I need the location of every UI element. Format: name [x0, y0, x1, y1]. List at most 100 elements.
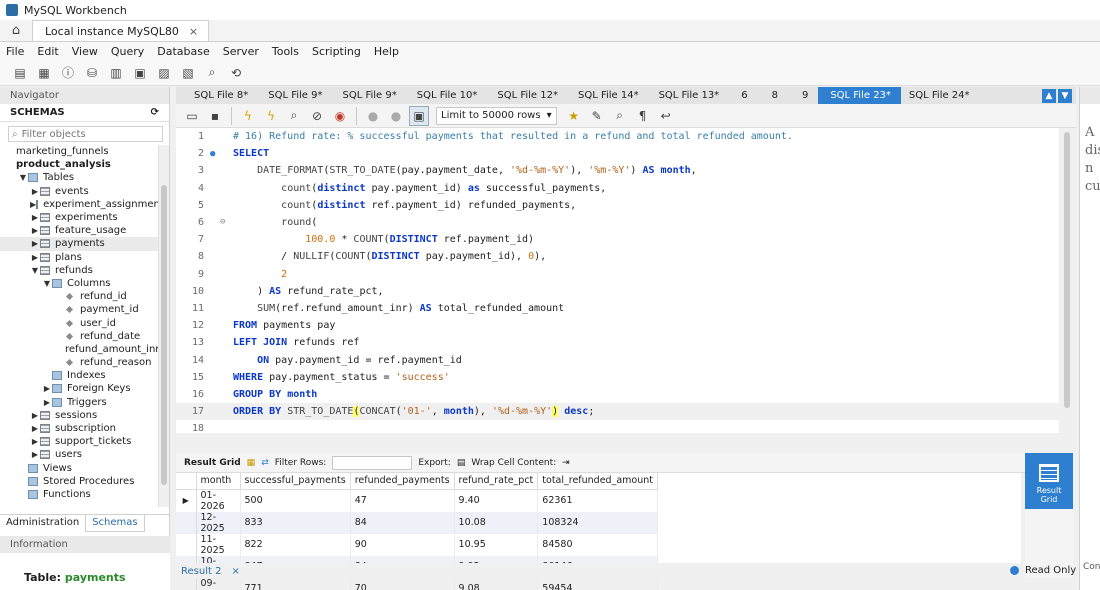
open-file-icon[interactable]: ▭	[182, 106, 202, 126]
commit-icon[interactable]: ●	[363, 106, 383, 126]
tree-item-experiments[interactable]: ▶ experiments	[0, 211, 158, 224]
rollback-icon[interactable]: ●	[386, 106, 406, 126]
table-cell[interactable]: 9.08	[454, 577, 539, 590]
menu-scripting[interactable]: Scripting	[312, 45, 361, 58]
table-cell[interactable]: 771	[240, 577, 351, 590]
table-cell[interactable]: 11-2025	[196, 533, 241, 556]
column-header[interactable]: successful_payments	[240, 473, 351, 490]
expand-right-icon[interactable]: ▶	[30, 424, 40, 433]
tree-item-tables[interactable]: ▼ Tables	[0, 171, 158, 184]
expand-right-icon[interactable]: ▶	[30, 450, 40, 459]
sql-tab[interactable]: 9	[788, 87, 818, 104]
expand-right-icon[interactable]: ▶	[30, 411, 40, 420]
tree-item-payments[interactable]: ▶ payments	[0, 237, 158, 251]
column-header[interactable]: month	[196, 473, 241, 490]
tree-item-refunds[interactable]: ▼ refunds	[0, 264, 158, 277]
code-line[interactable]: 11 SUM(ref.refund_amount_inr) AS total_r…	[176, 300, 1059, 317]
create-table-icon[interactable]: ▥	[106, 63, 126, 83]
refresh-icon[interactable]: ⇄	[261, 458, 269, 468]
open-sql-file-icon[interactable]: ▦	[34, 63, 54, 83]
tree-item-refund-reason[interactable]: refund_reason	[0, 356, 158, 369]
close-icon[interactable]: ×	[189, 25, 198, 38]
tree-item-stored-procedures[interactable]: Stored Procedures	[0, 475, 158, 488]
table-cell[interactable]: 70	[350, 577, 455, 590]
table-cell[interactable]: 10.95	[454, 533, 539, 556]
execute-icon[interactable]: ϟ	[238, 106, 258, 126]
expand-right-icon[interactable]: ▶	[30, 187, 40, 196]
expand-right-icon[interactable]: ▶	[42, 384, 52, 393]
table-row[interactable]: ▶ 01-2026 500 47 9.40 62361	[176, 489, 658, 512]
table-row[interactable]: 09-2025771709.0859454	[176, 577, 658, 590]
table-cell[interactable]: 500	[240, 489, 351, 512]
filter-rows-input[interactable]	[332, 455, 413, 470]
code-line[interactable]: 2 ● SELECT	[176, 145, 1059, 162]
result-tab[interactable]: Result 2 ×	[181, 566, 240, 577]
menu-query[interactable]: Query	[111, 45, 144, 58]
tree-item-refund-amount-inr[interactable]: refund_amount_inr	[0, 343, 158, 356]
create-schema-icon[interactable]: ⛁	[82, 63, 102, 83]
search-table-data-icon[interactable]: ⌕	[202, 63, 222, 83]
tree-item-payment-id[interactable]: payment_id	[0, 303, 158, 316]
tree-item-users[interactable]: ▶ users	[0, 448, 158, 461]
sql-tab[interactable]: SQL File 10*	[407, 87, 488, 104]
code-line[interactable]: 12 FROM payments pay	[176, 317, 1059, 334]
reconnect-icon[interactable]: ⟲	[226, 63, 246, 83]
create-procedure-icon[interactable]: ▨	[154, 63, 174, 83]
navigator-scrollbar[interactable]	[158, 145, 169, 507]
bookmark-icon[interactable]: ★	[564, 106, 584, 126]
table-cell[interactable]: 12-2025	[196, 511, 241, 534]
expand-right-icon[interactable]: ▶	[30, 226, 40, 235]
scroll-tabs-left-icon[interactable]: ▲	[1042, 88, 1056, 103]
table-cell[interactable]: 10.08	[454, 511, 539, 534]
sql-tab[interactable]: SQL File 13*	[649, 87, 730, 104]
sql-tab[interactable]: 6	[729, 87, 757, 104]
connection-tab[interactable]: Local instance MySQL80 ×	[32, 20, 210, 41]
find-icon[interactable]: ⌕	[610, 106, 630, 126]
expand-down-icon[interactable]: ▼	[30, 266, 40, 275]
tree-item-product-analysis[interactable]: product_analysis	[0, 158, 158, 171]
export-icon[interactable]: ▤	[457, 458, 466, 468]
table-row[interactable]: 11-2025 822 90 10.95 84580	[176, 533, 658, 556]
context-tab-label[interactable]: Cont	[1083, 562, 1100, 572]
expand-right-icon[interactable]: ▶	[30, 253, 40, 262]
tree-item-subscription[interactable]: ▶ subscription	[0, 422, 158, 435]
expand-down-icon[interactable]: ▼	[42, 279, 52, 288]
code-line[interactable]: 6 ⊖ round(	[176, 214, 1059, 231]
code-line[interactable]: 13 LEFT JOIN refunds ref	[176, 334, 1059, 351]
save-icon[interactable]: ▪	[205, 106, 225, 126]
expand-down-icon[interactable]: ▼	[18, 173, 28, 182]
tree-item-indexes[interactable]: Indexes	[0, 369, 158, 382]
tab-administration[interactable]: Administration	[0, 515, 85, 532]
expand-right-icon[interactable]: ▶	[42, 398, 52, 407]
table-cell[interactable]: 9.40	[454, 489, 539, 512]
table-cell[interactable]: 90	[350, 533, 455, 556]
refresh-icon[interactable]: ⟳	[151, 107, 159, 118]
scrollbar-thumb[interactable]	[1064, 132, 1070, 408]
sql-tab[interactable]: SQL File 9*	[333, 87, 407, 104]
home-icon[interactable]: ⌂	[0, 19, 32, 41]
scrollbar-thumb[interactable]	[161, 185, 167, 485]
sql-tab[interactable]: SQL File 24*	[901, 87, 980, 104]
tab-schemas[interactable]: Schemas	[85, 515, 145, 532]
inspector-icon[interactable]: ⓘ	[58, 63, 78, 83]
code-line[interactable]: 9 2	[176, 266, 1059, 283]
close-icon[interactable]: ×	[231, 566, 239, 577]
menu-view[interactable]: View	[72, 45, 98, 58]
code-line[interactable]: 17 ORDER BY STR_TO_DATE(CONCAT('01-', mon…	[176, 403, 1059, 421]
tree-item-functions[interactable]: Functions	[0, 488, 158, 501]
wrap-lines-icon[interactable]: ↩	[656, 106, 676, 126]
tree-item-events[interactable]: ▶ events	[0, 185, 158, 198]
tree-item-sessions[interactable]: ▶ sessions	[0, 409, 158, 422]
tree-item-refund-date[interactable]: refund_date	[0, 330, 158, 343]
table-cell[interactable]: 62361	[537, 489, 658, 512]
code-line[interactable]: 4 count(distinct pay.payment_id) as succ…	[176, 180, 1059, 197]
filter-objects[interactable]: ⌕	[8, 126, 163, 142]
menu-edit[interactable]: Edit	[37, 45, 58, 58]
code-line[interactable]: 16 GROUP BY month	[176, 386, 1059, 403]
table-cell[interactable]: 47	[350, 489, 455, 512]
table-cell[interactable]: 84580	[537, 533, 658, 556]
sql-tab[interactable]: SQL File 8*	[176, 87, 258, 104]
limit-rows-select[interactable]: Limit to 50000 rows ▾	[436, 106, 557, 125]
table-cell[interactable]: 833	[240, 511, 351, 534]
table-cell[interactable]: 01-2026	[196, 489, 241, 512]
